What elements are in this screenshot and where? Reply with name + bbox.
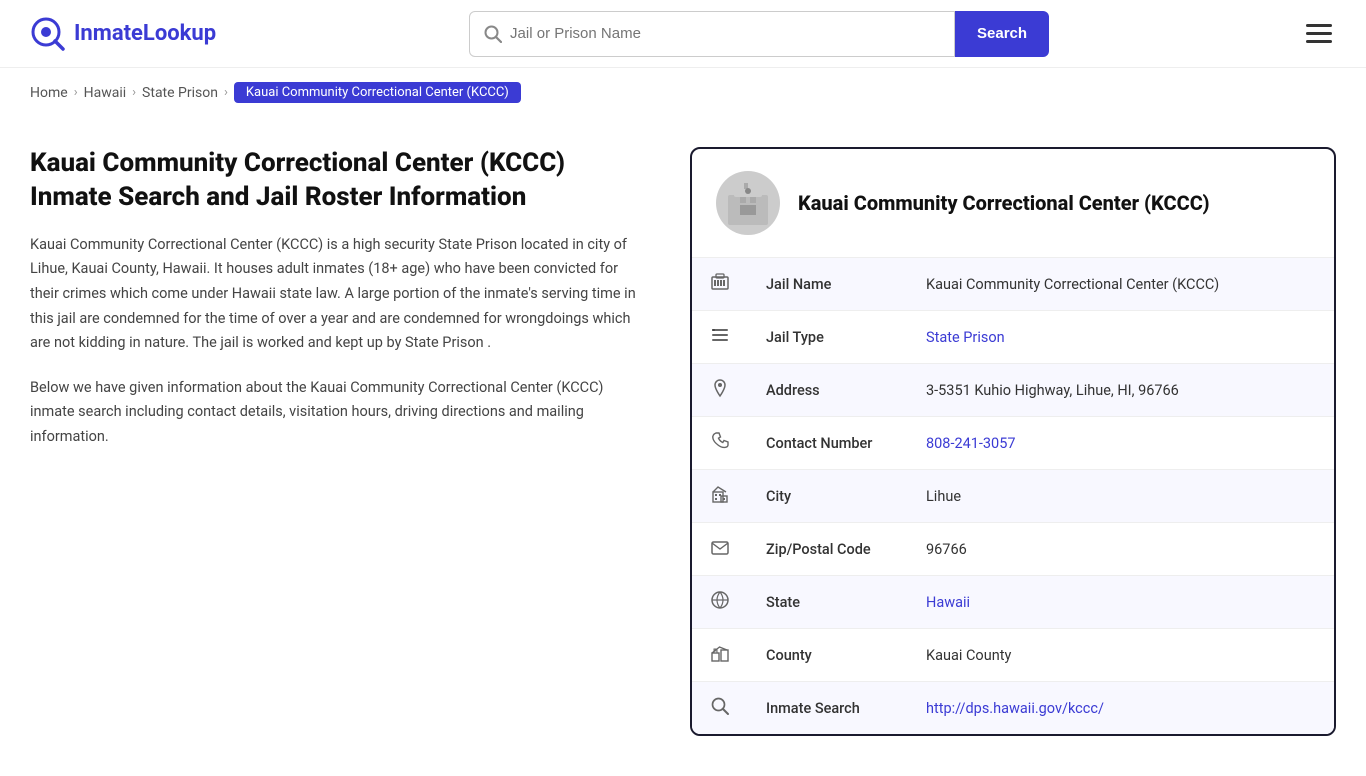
table-row: Jail NameKauai Community Correctional Ce…	[692, 258, 1334, 311]
row-label: Address	[748, 364, 908, 417]
row-label: Zip/Postal Code	[748, 523, 908, 576]
table-row: CityLihue	[692, 470, 1334, 523]
row-icon-search	[692, 682, 748, 735]
main-content: Kauai Community Correctional Center (KCC…	[0, 117, 1366, 776]
page-title: Kauai Community Correctional Center (KCC…	[30, 147, 650, 215]
breadcrumb-state-prison[interactable]: State Prison	[142, 85, 218, 101]
page-description-1: Kauai Community Correctional Center (KCC…	[30, 233, 650, 356]
card-title: Kauai Community Correctional Center (KCC…	[798, 191, 1210, 215]
row-label: City	[748, 470, 908, 523]
row-label: Jail Type	[748, 311, 908, 364]
card-header: Kauai Community Correctional Center (KCC…	[692, 149, 1334, 258]
row-value: 3-5351 Kuhio Highway, Lihue, HI, 96766	[908, 364, 1334, 417]
menu-line-2	[1306, 32, 1332, 35]
search-box	[469, 11, 955, 57]
row-icon-list	[692, 311, 748, 364]
logo-text: InmateLookup	[74, 21, 216, 46]
row-value: Kauai County	[908, 629, 1334, 682]
row-label: County	[748, 629, 908, 682]
row-label: Jail Name	[748, 258, 908, 311]
row-icon-pin	[692, 364, 748, 417]
table-row: Jail Type State Prison	[692, 311, 1334, 364]
site-logo[interactable]: InmateLookup	[30, 16, 216, 52]
breadcrumb-home[interactable]: Home	[30, 85, 68, 101]
table-row: State Hawaii	[692, 576, 1334, 629]
building-icon	[720, 175, 776, 231]
breadcrumb-hawaii[interactable]: Hawaii	[84, 85, 127, 101]
row-icon-county	[692, 629, 748, 682]
row-label: State	[748, 576, 908, 629]
row-link[interactable]: Hawaii	[926, 594, 970, 611]
table-row: Address3-5351 Kuhio Highway, Lihue, HI, …	[692, 364, 1334, 417]
row-value[interactable]: http://dps.hawaii.gov/kccc/	[908, 682, 1334, 735]
row-link[interactable]: http://dps.hawaii.gov/kccc/	[926, 700, 1104, 717]
row-icon-phone	[692, 417, 748, 470]
search-input[interactable]	[510, 25, 940, 42]
table-row: Inmate Search http://dps.hawaii.gov/kccc/	[692, 682, 1334, 735]
table-row: CountyKauai County	[692, 629, 1334, 682]
breadcrumb-sep-1: ›	[74, 85, 78, 100]
logo-icon	[30, 16, 66, 52]
search-icon	[484, 25, 502, 43]
facility-image	[716, 171, 780, 235]
page-description-2: Below we have given information about th…	[30, 376, 650, 450]
row-link[interactable]: 808-241-3057	[926, 435, 1016, 452]
row-value[interactable]: 808-241-3057	[908, 417, 1334, 470]
left-column: Kauai Community Correctional Center (KCC…	[30, 147, 690, 736]
breadcrumb-sep-2: ›	[132, 85, 136, 100]
row-icon-city	[692, 470, 748, 523]
search-container: Search	[469, 11, 1049, 57]
table-row: Contact Number 808-241-3057	[692, 417, 1334, 470]
info-table: Jail NameKauai Community Correctional Ce…	[692, 258, 1334, 734]
row-label: Contact Number	[748, 417, 908, 470]
info-card: Kauai Community Correctional Center (KCC…	[690, 147, 1336, 736]
row-value: Lihue	[908, 470, 1334, 523]
row-icon-globe	[692, 576, 748, 629]
row-link[interactable]: State Prison	[926, 329, 1005, 346]
row-value: Kauai Community Correctional Center (KCC…	[908, 258, 1334, 311]
search-button[interactable]: Search	[955, 11, 1049, 57]
row-value[interactable]: Hawaii	[908, 576, 1334, 629]
menu-line-1	[1306, 24, 1332, 27]
table-row: Zip/Postal Code96766	[692, 523, 1334, 576]
breadcrumb: Home › Hawaii › State Prison › Kauai Com…	[0, 68, 1366, 117]
row-value[interactable]: State Prison	[908, 311, 1334, 364]
breadcrumb-current: Kauai Community Correctional Center (KCC…	[234, 82, 521, 103]
hamburger-menu[interactable]	[1302, 20, 1336, 47]
menu-line-3	[1306, 40, 1332, 43]
row-icon-mail	[692, 523, 748, 576]
row-label: Inmate Search	[748, 682, 908, 735]
row-value: 96766	[908, 523, 1334, 576]
breadcrumb-sep-3: ›	[224, 85, 228, 100]
row-icon-jail	[692, 258, 748, 311]
